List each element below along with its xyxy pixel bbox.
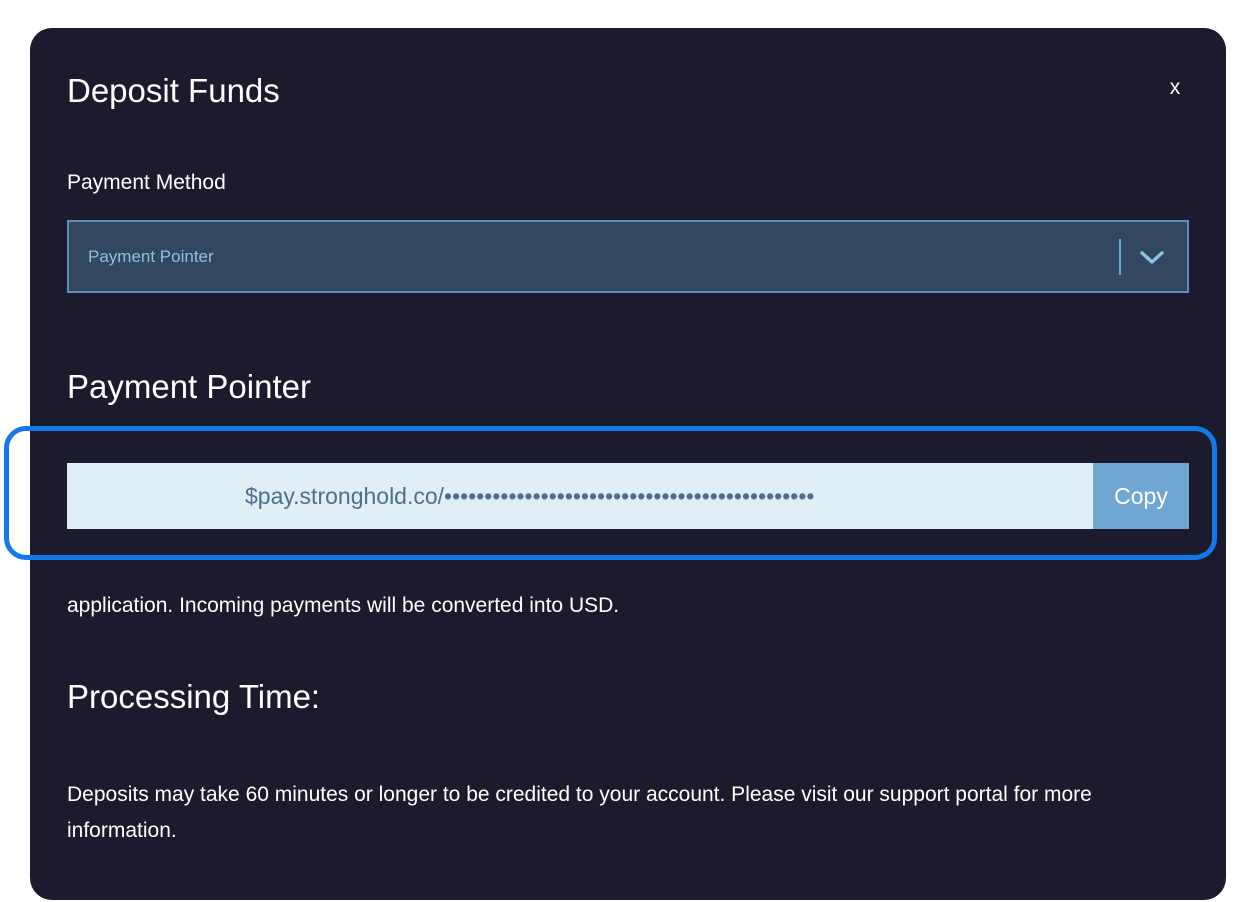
- processing-time-text: Deposits may take 60 minutes or longer t…: [67, 783, 1092, 842]
- modal-title: Deposit Funds: [67, 72, 280, 109]
- deposit-funds-modal: Deposit Funds x Payment Method Payment P…: [4, 28, 1226, 900]
- payment-pointer-info-text: application. Incoming payments will be c…: [67, 594, 620, 617]
- select-divider: [1119, 239, 1121, 275]
- chevron-down-icon[interactable]: [1137, 246, 1167, 268]
- copy-button[interactable]: Copy: [1093, 463, 1189, 529]
- payment-method-selected-value: Payment Pointer: [88, 247, 214, 266]
- payment-pointer-field[interactable]: [67, 463, 1093, 529]
- payment-method-label: Payment Method: [67, 171, 226, 194]
- processing-time-heading: Processing Time:: [67, 678, 321, 715]
- close-button[interactable]: x: [1165, 74, 1185, 102]
- payment-pointer-heading: Payment Pointer: [67, 368, 311, 405]
- payment-method-select[interactable]: Payment Pointer: [67, 220, 1189, 293]
